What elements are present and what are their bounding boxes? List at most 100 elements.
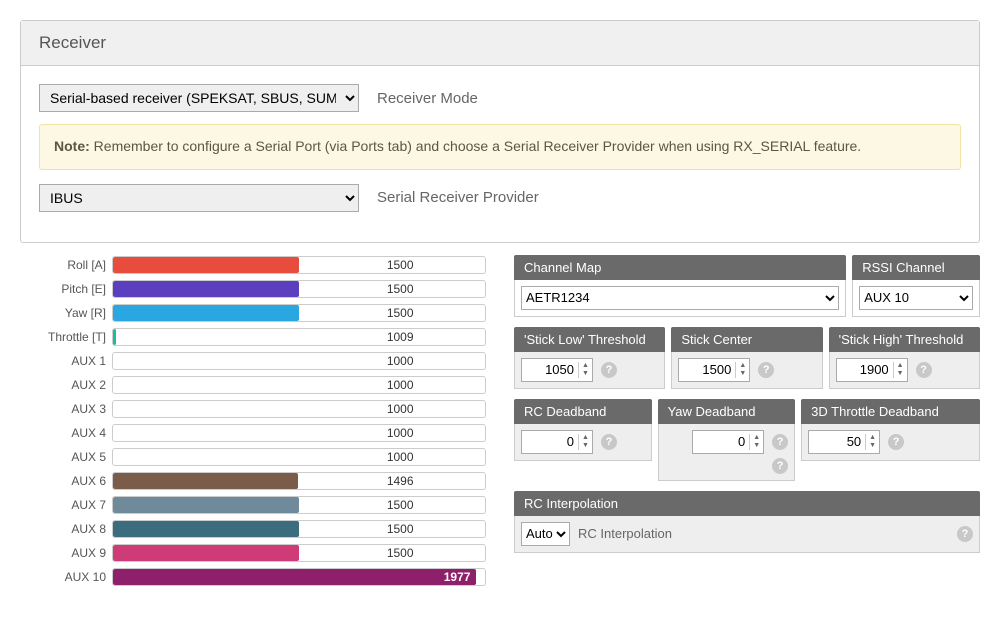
stick-high-header: 'Stick High' Threshold	[829, 327, 980, 352]
channel-label: Roll [A]	[20, 258, 112, 272]
channel-label: Pitch [E]	[20, 282, 112, 296]
channel-label: AUX 9	[20, 546, 112, 560]
receiver-mode-label: Receiver Mode	[377, 90, 478, 107]
help-icon[interactable]: ?	[916, 362, 932, 378]
channel-row: AUX 4 1000	[20, 423, 486, 443]
chevron-up-icon[interactable]: ▲	[579, 362, 592, 370]
channel-value: 1000	[381, 377, 420, 393]
channel-label: Yaw [R]	[20, 306, 112, 320]
channel-value: 1500	[381, 281, 420, 297]
note-prefix: Note:	[54, 138, 90, 154]
channel-bars: Roll [A] 1500 Pitch [E] 1500 Yaw [R] 1500 Thro…	[20, 255, 486, 591]
rssi-select[interactable]: AUX 10	[859, 286, 973, 310]
chevron-down-icon[interactable]: ▼	[894, 370, 907, 378]
channel-map-header: Channel Map	[514, 255, 846, 280]
channel-row: AUX 61496	[20, 471, 486, 491]
chevron-up-icon[interactable]: ▲	[866, 434, 879, 442]
channel-label: AUX 2	[20, 378, 112, 392]
channel-map-select[interactable]: AETR1234	[521, 286, 839, 310]
receiver-mode-select[interactable]: Serial-based receiver (SPEKSAT, SBUS, SU…	[39, 84, 359, 112]
help-icon[interactable]: ?	[772, 434, 788, 450]
channel-row: AUX 10 1977	[20, 567, 486, 587]
stick-center-header: Stick Center	[671, 327, 822, 352]
channel-bar: 1000	[112, 376, 486, 394]
chevron-down-icon[interactable]: ▼	[750, 442, 763, 450]
receiver-panel: Receiver Serial-based receiver (SPEKSAT,…	[20, 20, 980, 243]
channel-bar: 1977	[112, 568, 486, 586]
channel-row: AUX 3 1000	[20, 399, 486, 419]
throttle3d-deadband-header: 3D Throttle Deadband	[801, 399, 980, 424]
help-icon[interactable]: ?	[957, 526, 973, 542]
help-icon[interactable]: ?	[758, 362, 774, 378]
stick-low-input[interactable]: ▲▼	[521, 358, 593, 382]
channel-label: AUX 8	[20, 522, 112, 536]
rc-interpolation-select[interactable]: Auto	[521, 522, 570, 546]
channel-value: 1500	[381, 545, 420, 561]
help-icon[interactable]: ?	[601, 434, 617, 450]
panel-title: Receiver	[21, 21, 979, 66]
channel-row: Pitch [E] 1500	[20, 279, 486, 299]
channel-bar: 1000	[112, 424, 486, 442]
chevron-down-icon[interactable]: ▼	[866, 442, 879, 450]
chevron-down-icon[interactable]: ▼	[579, 442, 592, 450]
channel-value: 1496	[381, 473, 420, 489]
serial-provider-select[interactable]: IBUS	[39, 184, 359, 212]
channel-value: 1500	[381, 257, 420, 273]
channel-bar: 1500	[112, 256, 486, 274]
channel-bar: 1500	[112, 496, 486, 514]
channel-label: AUX 5	[20, 450, 112, 464]
channel-value: 1009	[381, 329, 420, 345]
channel-row: AUX 51000	[20, 447, 486, 467]
channel-value: 1500	[381, 497, 420, 513]
channel-value: 1500	[381, 521, 420, 537]
throttle3d-deadband-input[interactable]: ▲▼	[808, 430, 880, 454]
rc-interpolation-header: RC Interpolation	[514, 491, 980, 516]
channel-value: 1500	[381, 305, 420, 321]
channel-label: AUX 7	[20, 498, 112, 512]
channel-label: Throttle [T]	[20, 330, 112, 344]
yaw-deadband-input[interactable]: ▲▼	[692, 430, 764, 454]
chevron-up-icon[interactable]: ▲	[579, 434, 592, 442]
rc-deadband-header: RC Deadband	[514, 399, 652, 424]
stick-low-header: 'Stick Low' Threshold	[514, 327, 665, 352]
chevron-up-icon[interactable]: ▲	[894, 362, 907, 370]
channel-bar: 1496	[112, 472, 486, 490]
channel-row: AUX 2 1000	[20, 375, 486, 395]
channel-bar: 1500	[112, 304, 486, 322]
channel-value: 1977	[438, 569, 477, 585]
channel-row: AUX 8 1500	[20, 519, 486, 539]
channel-label: AUX 10	[20, 570, 112, 584]
channel-bar: 1000	[112, 448, 486, 466]
rssi-header: RSSI Channel	[852, 255, 980, 280]
channel-value: 1000	[381, 425, 420, 441]
channel-row: AUX 9 1500	[20, 543, 486, 563]
serial-provider-label: Serial Receiver Provider	[377, 189, 539, 206]
chevron-up-icon[interactable]: ▲	[750, 434, 763, 442]
channel-label: AUX 3	[20, 402, 112, 416]
chevron-up-icon[interactable]: ▲	[736, 362, 749, 370]
channel-label: AUX 1	[20, 354, 112, 368]
yaw-deadband-header: Yaw Deadband	[658, 399, 796, 424]
channel-row: AUX 7 1500	[20, 495, 486, 515]
channel-bar: 1000	[112, 400, 486, 418]
note-banner: Note: Remember to configure a Serial Por…	[39, 124, 961, 170]
channel-value: 1000	[381, 401, 420, 417]
rc-deadband-input[interactable]: ▲▼	[521, 430, 593, 454]
channel-bar: 1000	[112, 352, 486, 370]
help-icon[interactable]: ?	[601, 362, 617, 378]
rc-interpolation-label: RC Interpolation	[578, 526, 672, 541]
help-icon[interactable]: ?	[888, 434, 904, 450]
channel-bar: 1500	[112, 544, 486, 562]
stick-center-input[interactable]: ▲▼	[678, 358, 750, 382]
channel-value: 1000	[381, 353, 420, 369]
note-text: Remember to configure a Serial Port (via…	[90, 138, 861, 154]
channel-row: AUX 1 1000	[20, 351, 486, 371]
channel-bar: 1500	[112, 280, 486, 298]
channel-bar: 1009	[112, 328, 486, 346]
channel-label: AUX 4	[20, 426, 112, 440]
channel-row: Throttle [T] 1009	[20, 327, 486, 347]
chevron-down-icon[interactable]: ▼	[736, 370, 749, 378]
chevron-down-icon[interactable]: ▼	[579, 370, 592, 378]
help-icon[interactable]: ?	[772, 458, 788, 474]
stick-high-input[interactable]: ▲▼	[836, 358, 908, 382]
